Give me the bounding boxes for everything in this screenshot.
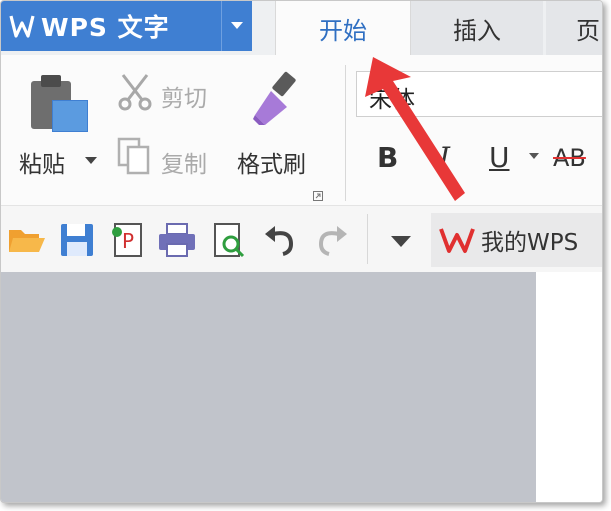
format-painter-brush-icon[interactable] (249, 69, 305, 127)
paste-dropdown-icon[interactable] (85, 157, 97, 165)
undo-icon[interactable] (261, 220, 301, 260)
my-wps-tab[interactable]: 我的WPS (431, 213, 602, 267)
cut-label[interactable]: 剪切 (161, 79, 207, 113)
copy-icon[interactable] (117, 137, 151, 175)
underline-button[interactable]: U (489, 141, 510, 174)
save-icon[interactable] (57, 220, 97, 260)
redo-icon[interactable] (311, 220, 351, 260)
scissors-icon[interactable] (117, 73, 153, 111)
toolbar-separator (367, 214, 368, 264)
strikethrough-button[interactable]: AB (553, 144, 586, 172)
bold-button[interactable]: B (377, 141, 398, 174)
ribbon-separator (345, 65, 346, 201)
app-name: WPS 文字 (41, 13, 170, 42)
paste-icon[interactable] (29, 73, 91, 135)
open-folder-icon[interactable] (7, 220, 47, 260)
svg-text:P: P (122, 229, 134, 253)
format-painter-label[interactable]: 格式刷 (237, 145, 306, 179)
print-preview-icon[interactable] (209, 220, 249, 260)
wps-red-logo-icon (439, 228, 475, 253)
document-workspace (1, 272, 536, 502)
dialog-launcher-icon[interactable] (313, 191, 323, 201)
my-wps-label: 我的WPS (481, 230, 579, 256)
document-page[interactable] (536, 272, 602, 502)
tab-page-layout[interactable]: 页 (546, 1, 602, 55)
copy-label[interactable]: 复制 (161, 145, 207, 179)
triangle-down-icon (231, 22, 243, 29)
app-menu-dropdown[interactable] (221, 1, 252, 51)
tab-insert[interactable]: 插入 (411, 1, 543, 55)
font-name-value: 宋体 (369, 87, 415, 113)
wps-logo-icon (9, 15, 35, 38)
app-menu-button[interactable]: WPS 文字 (1, 1, 221, 51)
export-pdf-icon[interactable]: P (107, 220, 147, 260)
tab-home[interactable]: 开始 (275, 1, 411, 55)
title-bar: WPS 文字 开始 插入 页 (1, 1, 602, 55)
underline-dropdown-icon[interactable] (529, 153, 539, 160)
font-name-input[interactable]: 宋体 (356, 71, 602, 117)
app-window: WPS 文字 开始 插入 页 粘贴 剪切 复制 格式刷 宋体 B I U AB … (0, 0, 603, 503)
italic-button[interactable]: I (439, 141, 450, 174)
customize-toolbar-dropdown-icon[interactable] (391, 236, 411, 248)
paste-label[interactable]: 粘贴 (19, 145, 65, 179)
print-icon[interactable] (157, 220, 197, 260)
